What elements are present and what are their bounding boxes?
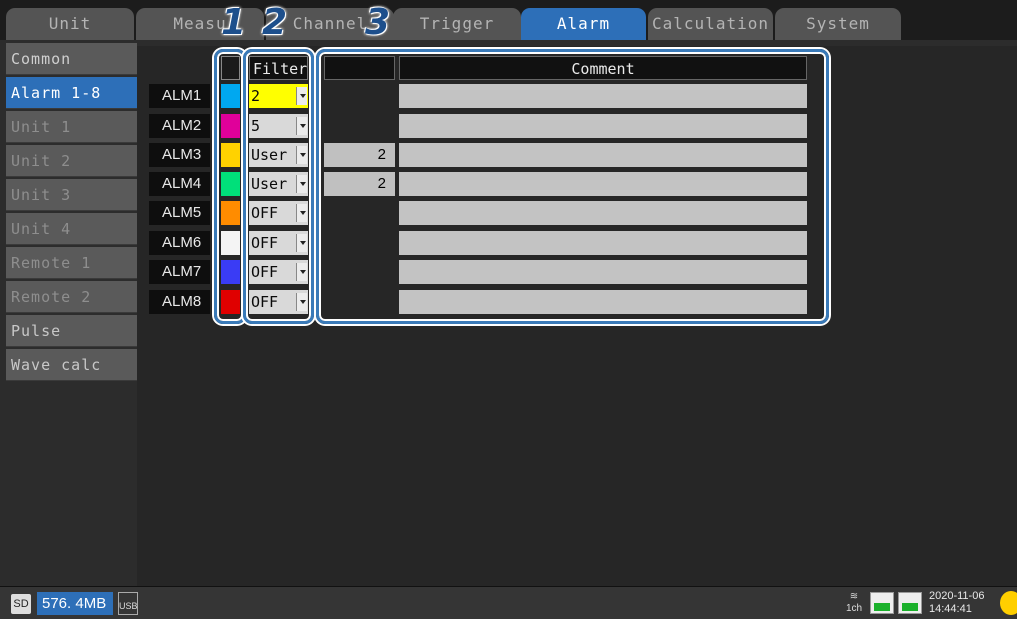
- sidebar-item-unit-2[interactable]: Unit 2: [6, 145, 137, 177]
- date-label: 2020-11-06: [929, 590, 985, 602]
- status-bar: SD 576. 4MB USB ≋ 1ch 2020-11-06 14:44:41: [0, 586, 1017, 619]
- sd-card-icon: SD: [11, 594, 31, 614]
- filter-select-value: OFF: [251, 263, 279, 281]
- alarm-color-swatch[interactable]: [221, 114, 240, 138]
- tab-system[interactable]: System: [775, 8, 901, 40]
- memory-indicator: 576. 4MB: [37, 592, 113, 615]
- filter-select[interactable]: OFF: [249, 201, 308, 225]
- dropdown-arrow-icon[interactable]: [296, 204, 307, 222]
- alarm-name-label: ALM5: [149, 201, 210, 225]
- filter-select-value: OFF: [251, 234, 279, 252]
- dropdown-arrow-icon[interactable]: [296, 117, 307, 135]
- alarm-name-label: ALM2: [149, 114, 210, 138]
- clock: 2020-11-06 14:44:41: [929, 590, 984, 616]
- sidebar-item-unit-1[interactable]: Unit 1: [6, 111, 137, 143]
- alarm-name-label: ALM8: [149, 290, 210, 314]
- alarm-color-swatch[interactable]: [221, 143, 240, 167]
- filter-select[interactable]: User: [249, 143, 308, 167]
- usb-icon: USB: [118, 592, 138, 615]
- dropdown-arrow-icon[interactable]: [296, 293, 307, 311]
- time-label: 14:44:41: [929, 603, 972, 615]
- filter-select[interactable]: OFF: [249, 260, 308, 284]
- user-filter-value-field[interactable]: 2: [324, 143, 395, 167]
- comment-field[interactable]: [399, 201, 807, 225]
- alarm-color-swatch[interactable]: [221, 84, 240, 108]
- filter-select-value: OFF: [251, 293, 279, 311]
- callout-number-3: 3: [365, 2, 391, 43]
- alarm-color-swatch[interactable]: [221, 290, 240, 314]
- dropdown-arrow-icon[interactable]: [296, 263, 307, 281]
- dropdown-arrow-icon[interactable]: [296, 234, 307, 252]
- filter-select[interactable]: 5: [249, 114, 308, 138]
- sidebar-item-pulse[interactable]: Pulse: [6, 315, 137, 347]
- comment-field[interactable]: [399, 260, 807, 284]
- filter-select[interactable]: OFF: [249, 231, 308, 255]
- channel-count-label: 1ch: [845, 603, 863, 614]
- comment-field[interactable]: [399, 290, 807, 314]
- tab-unit[interactable]: Unit: [6, 8, 134, 40]
- alarm-name-label: ALM3: [149, 143, 210, 167]
- filter-select-value: OFF: [251, 204, 279, 222]
- tab-calculation[interactable]: Calculation: [648, 8, 773, 40]
- sidebar-item-unit-3[interactable]: Unit 3: [6, 179, 137, 211]
- comment-field[interactable]: [399, 172, 807, 196]
- comment-field[interactable]: [399, 143, 807, 167]
- tab-bar: Unit Measu Channel Trigger Alarm Calcula…: [0, 0, 1017, 40]
- comment-field[interactable]: [399, 114, 807, 138]
- filter-select-value: 2: [251, 87, 261, 105]
- help-indicator-icon[interactable]: [1000, 591, 1017, 615]
- alarm-color-swatch[interactable]: [221, 201, 240, 225]
- sidebar-item-unit-4[interactable]: Unit 4: [6, 213, 137, 245]
- alarm-name-label: ALM6: [149, 231, 210, 255]
- sidebar-item-common[interactable]: Common: [6, 43, 137, 75]
- filter-select-value: User: [251, 146, 288, 164]
- tab-alarm[interactable]: Alarm: [521, 8, 646, 40]
- wireless-icon: ≋ 1ch: [845, 591, 863, 614]
- alarm-color-swatch[interactable]: [221, 172, 240, 196]
- filter-select[interactable]: OFF: [249, 290, 308, 314]
- alarm-name-label: ALM4: [149, 172, 210, 196]
- alarm-color-swatch[interactable]: [221, 231, 240, 255]
- filter-select-value: User: [251, 175, 288, 193]
- dropdown-arrow-icon[interactable]: [296, 87, 307, 105]
- sidebar-item-wave-calc[interactable]: Wave calc: [6, 349, 137, 381]
- dropdown-arrow-icon[interactable]: [296, 175, 307, 193]
- battery-icon-1: [870, 592, 894, 614]
- alarm-name-label: ALM7: [149, 260, 210, 284]
- sidebar-item-remote-1[interactable]: Remote 1: [6, 247, 137, 279]
- sidebar-item-remote-2[interactable]: Remote 2: [6, 281, 137, 313]
- callout-number-2: 2: [262, 2, 288, 43]
- callout-number-1: 1: [221, 2, 247, 43]
- user-filter-value-field[interactable]: 2: [324, 172, 395, 196]
- filter-select[interactable]: 2: [249, 84, 308, 108]
- battery-icon-2: [898, 592, 922, 614]
- comment-field[interactable]: [399, 84, 807, 108]
- dropdown-arrow-icon[interactable]: [296, 146, 307, 164]
- filter-select[interactable]: User: [249, 172, 308, 196]
- comment-field[interactable]: [399, 231, 807, 255]
- tab-trigger[interactable]: Trigger: [393, 8, 521, 40]
- alarm-name-label: ALM1: [149, 84, 210, 108]
- sidebar-item-alarm-1-8[interactable]: Alarm 1-8: [6, 77, 137, 109]
- instrument-screen: Unit Measu Channel Trigger Alarm Calcula…: [0, 0, 1017, 619]
- alarm-color-swatch[interactable]: [221, 260, 240, 284]
- filter-select-value: 5: [251, 117, 261, 135]
